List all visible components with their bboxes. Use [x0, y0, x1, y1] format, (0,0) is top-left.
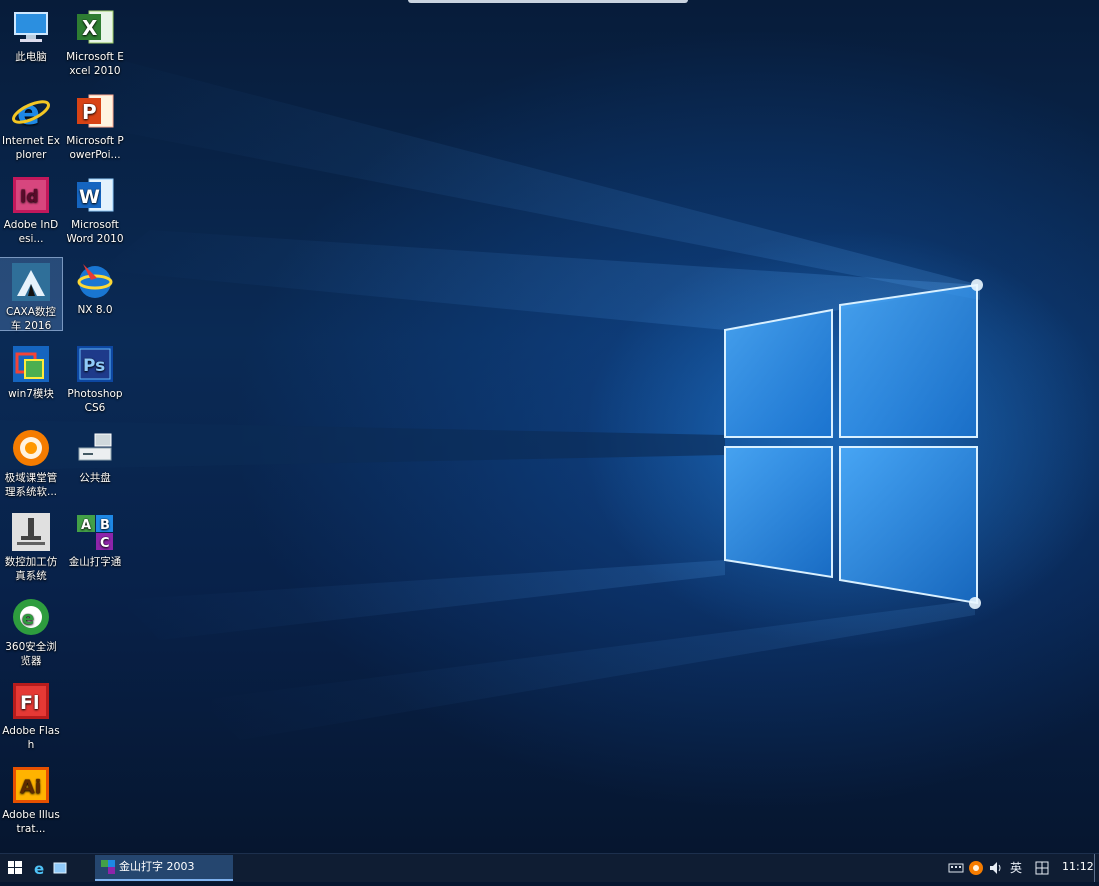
internet-explorer-icon: e — [11, 91, 51, 133]
taskbar-task-typing[interactable]: 金山打字 2003 — [95, 855, 233, 881]
svg-text:e: e — [17, 93, 40, 131]
tray-keyboard-icon[interactable] — [948, 860, 964, 880]
icon-label: win7模块 — [8, 388, 54, 400]
desktop-icon-cnc-simulation[interactable]: 数控加工仿真系统 — [0, 508, 62, 583]
svg-text:Id: Id — [20, 187, 39, 207]
excel-icon: X — [75, 7, 115, 47]
desktop-icon-indesign[interactable]: Id Adobe InDesi... — [0, 171, 62, 246]
svg-text:C: C — [100, 536, 110, 551]
win7-module-icon — [11, 344, 51, 384]
taskbar-clock[interactable]: 11:12 — [1062, 860, 1094, 873]
icon-label: Microsoft PowerPoi... — [66, 135, 124, 161]
start-button[interactable] — [0, 854, 30, 882]
icon-label: 360安全浏览器 — [5, 641, 57, 667]
flash-icon: Fl — [11, 681, 51, 721]
svg-text:Fl: Fl — [20, 692, 40, 714]
caxa-icon — [11, 262, 51, 302]
desktop-icon-internet-explorer[interactable]: e Internet Explorer — [0, 87, 62, 162]
icon-label: Photoshop CS6 — [67, 388, 123, 414]
desktop-icon-flash[interactable]: Fl Adobe Flash — [0, 677, 62, 752]
tray-volume-icon[interactable] — [988, 860, 1004, 880]
desktop-icon-win7-module[interactable]: win7模块 — [0, 340, 62, 401]
desktop-icon-photoshop[interactable]: Ps Photoshop CS6 — [64, 340, 126, 415]
indesign-icon: Id — [11, 175, 51, 215]
computer-icon — [11, 7, 51, 47]
icon-label: CAXA数控车 2016 — [6, 306, 56, 332]
word-icon: W — [75, 175, 115, 215]
svg-text:X: X — [82, 16, 98, 40]
desktop-icon-caxa[interactable]: CAXA数控车 2016 — [0, 257, 63, 332]
network-drive-icon — [75, 428, 115, 468]
tray-app-icon[interactable] — [968, 860, 984, 880]
icon-label: Microsoft Excel 2010 — [66, 51, 124, 77]
icon-label: Adobe InDesi... — [3, 219, 59, 245]
taskbar: e 金山打字 2003 英 11:12 — [0, 853, 1099, 882]
top-drag-handle[interactable] — [408, 0, 688, 3]
svg-text:P: P — [82, 100, 97, 124]
wallpaper-light-beams — [0, 60, 983, 740]
icon-label: 极域课堂管理系统软... — [4, 472, 58, 498]
windows-start-icon — [8, 861, 22, 874]
icon-label: 此电脑 — [15, 51, 47, 63]
desktop-icon-this-pc[interactable]: 此电脑 — [0, 3, 62, 64]
desktop-icon-typing[interactable]: ABC 金山打字通 — [64, 508, 126, 569]
quick-launch-explorer[interactable] — [51, 854, 69, 882]
tray-ime-mode-icon[interactable] — [1034, 860, 1050, 880]
file-explorer-icon — [53, 862, 67, 874]
powerpoint-icon: P — [75, 91, 115, 131]
icon-label: 数控加工仿真系统 — [4, 556, 58, 582]
icon-label: Internet Explorer — [2, 135, 60, 161]
typing-icon — [101, 860, 115, 874]
icon-label: Adobe Illustrat... — [2, 809, 60, 835]
svg-text:A: A — [81, 518, 91, 533]
cnc-simulation-icon — [11, 512, 51, 552]
icon-label: 金山打字通 — [68, 556, 122, 568]
svg-text:B: B — [100, 518, 110, 533]
desktop-icon-word[interactable]: W Microsoft Word 2010 — [64, 171, 126, 246]
illustrator-icon: Ai — [11, 765, 51, 805]
quick-launch-ie[interactable]: e — [32, 854, 50, 882]
svg-text:Ai: Ai — [20, 776, 41, 798]
icon-label: NX 8.0 — [77, 304, 113, 316]
show-desktop-button[interactable] — [1094, 854, 1099, 882]
desktop[interactable]: 此电脑 e Internet Explorer Id Adobe InDesi.… — [0, 0, 1099, 853]
classroom-icon — [11, 428, 51, 468]
photoshop-icon: Ps — [75, 344, 115, 384]
nx-icon — [75, 260, 115, 300]
desktop-icon-powerpoint[interactable]: P Microsoft PowerPoi... — [64, 87, 126, 162]
desktop-icon-public-drive[interactable]: 公共盘 — [64, 424, 126, 485]
tray-ime-indicator[interactable]: 英 — [1010, 860, 1022, 876]
desktop-icon-excel[interactable]: X Microsoft Excel 2010 — [64, 3, 126, 78]
svg-text:e: e — [34, 860, 44, 878]
desktop-icon-360-browser[interactable]: e 360安全浏览器 — [0, 593, 62, 668]
internet-explorer-icon: e — [34, 860, 44, 878]
typing-icon: ABC — [75, 512, 115, 552]
icon-label: Adobe Flash — [2, 725, 60, 751]
svg-text:e: e — [22, 608, 34, 629]
desktop-icon-illustrator[interactable]: Ai Adobe Illustrat... — [0, 761, 62, 836]
icon-label: 公共盘 — [79, 472, 111, 484]
taskbar-task-label: 金山打字 2003 — [119, 860, 195, 873]
svg-text:W: W — [79, 186, 100, 208]
svg-text:Ps: Ps — [83, 356, 105, 376]
icon-label: Microsoft Word 2010 — [66, 219, 124, 245]
browser-360-icon: e — [11, 597, 51, 637]
desktop-icon-nx[interactable]: NX 8.0 — [64, 256, 126, 317]
desktop-icon-classroom-management[interactable]: 极域课堂管理系统软... — [0, 424, 62, 499]
